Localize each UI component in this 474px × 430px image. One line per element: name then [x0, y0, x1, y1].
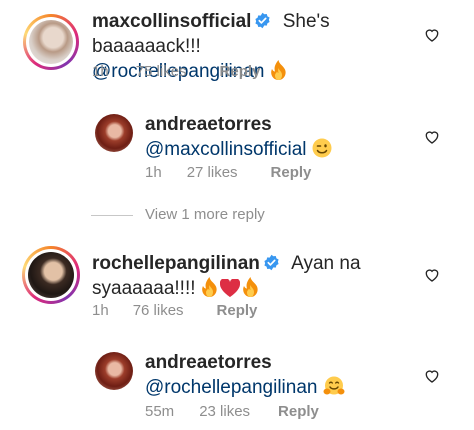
username[interactable]: andreaetorres	[145, 114, 272, 135]
reply-andreaetorres-1: andreaetorres @maxcollinsofficial 1h 27 l…	[0, 95, 474, 195]
reply-button[interactable]: Reply	[278, 403, 319, 420]
mention-link[interactable]: @maxcollinsofficial	[145, 139, 307, 160]
username[interactable]: andreaetorres	[145, 352, 272, 373]
view-more-label: View 1 more reply	[145, 206, 265, 223]
heart-icon[interactable]	[424, 267, 440, 283]
avatar[interactable]	[95, 114, 133, 152]
likes-count[interactable]: 76 likes	[133, 302, 184, 319]
red-heart-emoji	[219, 277, 240, 304]
view-more-replies[interactable]: View 1 more reply	[91, 206, 265, 223]
comment-maxcollinsofficial: maxcollinsofficial She's baaaaaack!!! @r…	[0, 0, 474, 95]
comment-time: 55m	[145, 403, 175, 420]
fire-emoji	[201, 277, 218, 304]
verified-badge-icon	[255, 12, 271, 29]
reply-button[interactable]: Reply	[220, 63, 261, 80]
verified-badge-icon	[264, 254, 279, 271]
hugging-face-emoji	[323, 376, 345, 403]
avatar	[29, 20, 73, 64]
reply-andreaetorres-2: andreaetorres @rochellepangilinan 55m 23 …	[0, 340, 474, 430]
comment-text-continued: syaaaaaa!!!!	[92, 278, 196, 299]
fire-emoji	[242, 277, 259, 304]
avatar-ring[interactable]	[22, 246, 80, 304]
reply-button[interactable]: Reply	[271, 164, 312, 181]
username[interactable]: rochellepangilinan	[92, 253, 260, 274]
avatar[interactable]	[95, 352, 133, 390]
likes-count[interactable]: 75 likes	[136, 63, 187, 80]
mention-link[interactable]: @rochellepangilinan	[145, 377, 317, 398]
avatar	[28, 252, 74, 298]
fire-emoji	[270, 60, 287, 87]
heart-icon[interactable]	[424, 368, 440, 384]
comment-time: 1h	[92, 302, 109, 319]
heart-icon[interactable]	[424, 129, 440, 145]
avatar-ring[interactable]	[23, 14, 79, 70]
likes-count[interactable]: 23 likes	[199, 403, 250, 420]
comment-rochellepangilinan: rochellepangilinan Ayan na syaaaaaa!!!! …	[0, 240, 474, 340]
reply-button[interactable]: Reply	[217, 302, 258, 319]
comment-time: 1h	[145, 164, 162, 181]
divider-line	[91, 214, 133, 216]
winking-face-emoji	[312, 138, 332, 165]
comment-time: 1h	[92, 63, 109, 80]
comment-text: Ayan na	[291, 253, 361, 274]
username[interactable]: maxcollinsofficial	[92, 11, 251, 32]
likes-count[interactable]: 27 likes	[187, 164, 238, 181]
heart-icon[interactable]	[424, 27, 440, 43]
